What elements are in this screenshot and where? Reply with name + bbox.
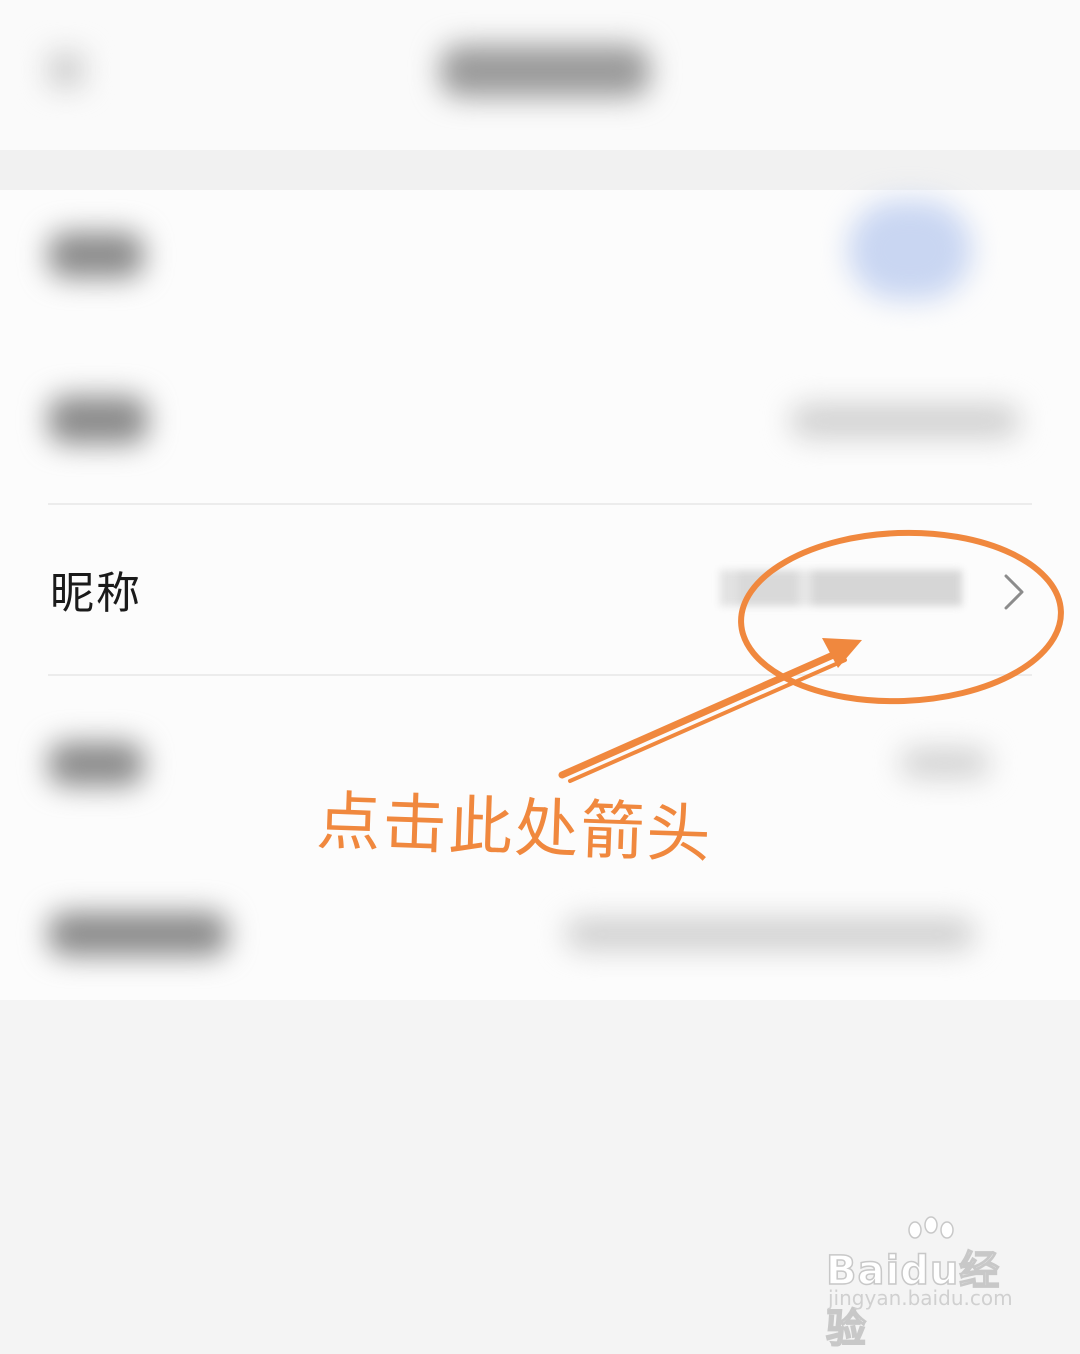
- back-icon[interactable]: [48, 52, 84, 88]
- baidu-jingyan-watermark: Baidu经验 jingyan.baidu.com: [825, 1216, 1026, 1353]
- avatar[interactable]: [848, 200, 972, 300]
- row-4-label: [48, 742, 144, 786]
- annotation-text: 点击此处箭头: [315, 784, 714, 873]
- chevron-right-icon[interactable]: [1000, 572, 1028, 612]
- row-5-label: [48, 912, 228, 956]
- top-bar: [0, 0, 1080, 150]
- watermark-url: jingyan.baidu.com: [828, 1286, 1013, 1310]
- row-2-label: [48, 396, 148, 444]
- row-4-value: [900, 748, 990, 778]
- nickname-value: [720, 570, 990, 606]
- row-2-value: [790, 404, 1020, 438]
- nickname-label: 昵称: [50, 568, 142, 619]
- avatar-row-label: [48, 232, 144, 278]
- section-separator: [0, 150, 1080, 190]
- page-title: [440, 45, 650, 97]
- row-5-value: [565, 918, 975, 950]
- divider: [48, 674, 1032, 676]
